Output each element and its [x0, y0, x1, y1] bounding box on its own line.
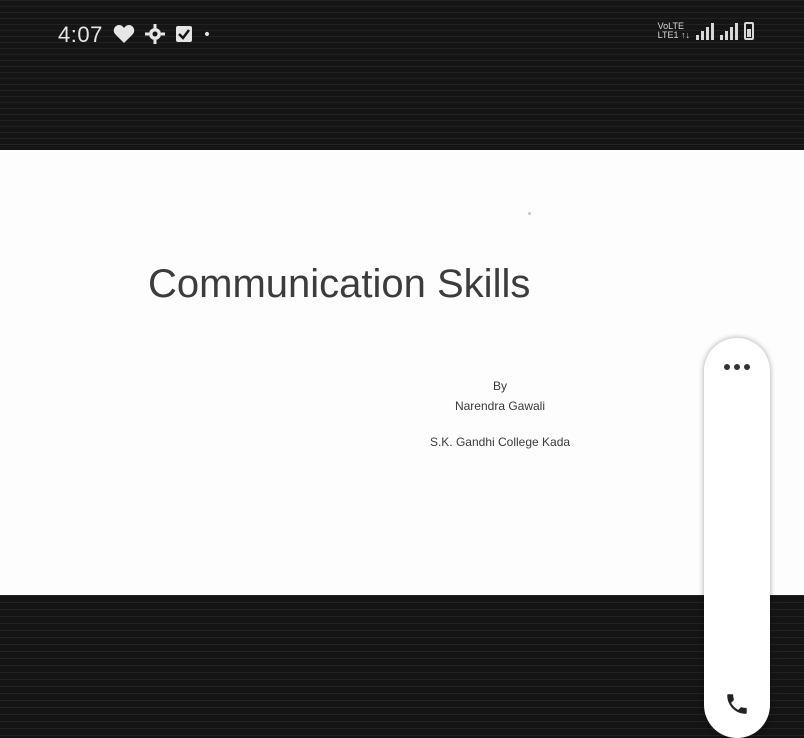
settings-icon: [144, 23, 165, 47]
network-label-bottom: LTE1 ↑↓: [657, 30, 690, 40]
call-button[interactable]: [715, 684, 759, 728]
phone-icon: [724, 691, 750, 721]
signal-strength-icon: [696, 22, 714, 40]
status-bar-left: 4:07 •: [58, 22, 211, 48]
slide-speck: [528, 212, 531, 215]
slide-title: Communication Skills: [148, 262, 531, 306]
by-label: By: [492, 379, 507, 393]
bottom-bar: [0, 595, 804, 738]
institution: S.K. Gandhi College Kada: [429, 435, 571, 449]
network-type: VoLTE LTE1 ↑↓: [658, 22, 690, 40]
notification-dot-icon: •: [202, 27, 212, 43]
battery-icon: [744, 22, 754, 40]
presentation-slide: Communication Skills By Narendra Gawali …: [0, 150, 804, 595]
clock: 4:07: [58, 22, 103, 47]
screen: 4:07 • VoLTE LTE1 ↑↓ Communication Skill…: [0, 0, 804, 738]
status-bar-right: VoLTE LTE1 ↑↓: [658, 22, 754, 40]
status-bar: 4:07 • VoLTE LTE1 ↑↓: [0, 0, 804, 150]
floating-call-panel: [704, 338, 770, 738]
author-name: Narendra Gawali: [454, 399, 546, 413]
more-horizontal-icon: [724, 364, 750, 370]
more-options-button[interactable]: [715, 352, 759, 382]
checkbox-icon: [175, 25, 193, 46]
slide-author-block: By Narendra Gawali S.K. Gandhi College K…: [400, 376, 600, 452]
signal-strength-2-icon: [720, 22, 738, 40]
heart-icon: [113, 24, 135, 47]
